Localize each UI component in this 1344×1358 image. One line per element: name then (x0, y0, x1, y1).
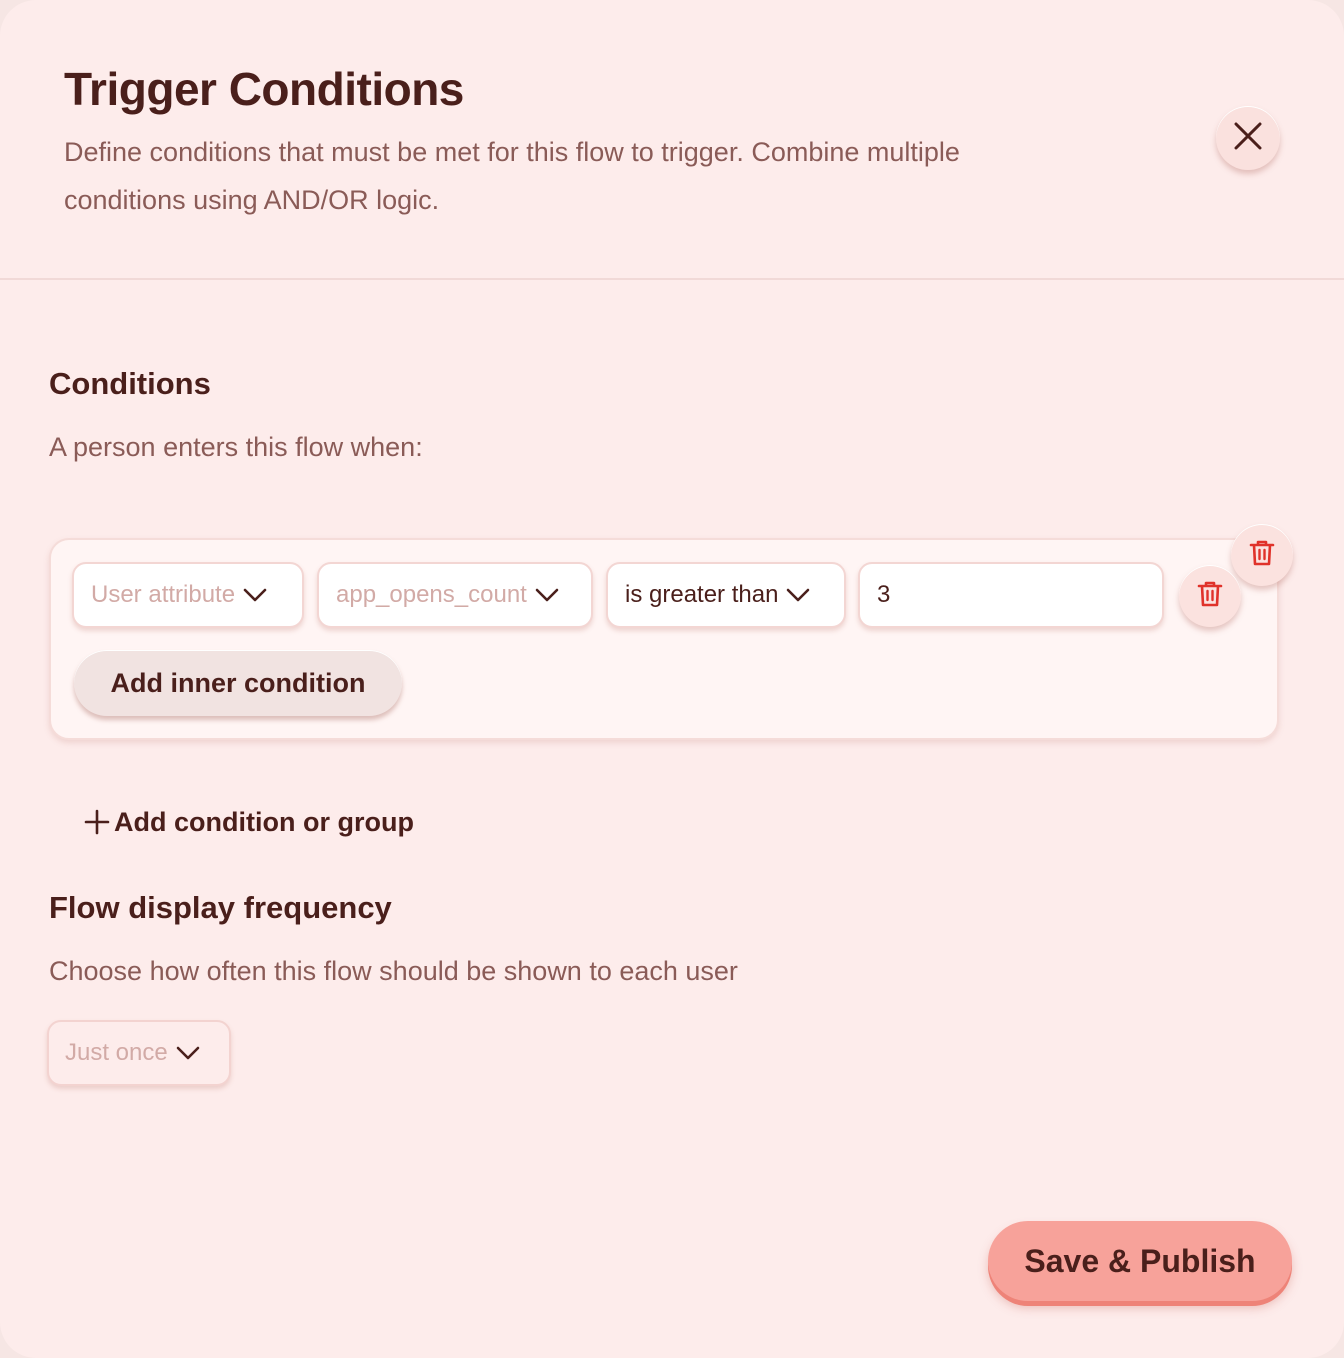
frequency-value: Just once (65, 1039, 168, 1066)
operator-value: is greater than (625, 581, 779, 608)
modal-description: Define conditions that must be met for t… (64, 137, 960, 215)
frequency-title: Flow display frequency (49, 890, 392, 925)
attribute-name-value: app_opens_count (336, 581, 527, 608)
delete-group-button[interactable] (1231, 524, 1293, 586)
attribute-type-value: User attribute (91, 581, 236, 608)
delete-condition-button[interactable] (1179, 565, 1241, 627)
chevron-down-icon (535, 588, 559, 602)
conditions-title: Conditions (49, 366, 211, 401)
save-publish-button[interactable]: Save & Publish (988, 1221, 1292, 1301)
add-condition-label: Add condition or group (114, 806, 414, 837)
close-icon (1233, 121, 1263, 156)
condition-value-input[interactable]: 3 (858, 562, 1164, 628)
trash-icon (1249, 539, 1275, 572)
trigger-conditions-modal: Trigger Conditions Define conditions tha… (0, 0, 1344, 1358)
frequency-select[interactable]: Just once (47, 1020, 231, 1086)
close-button[interactable] (1216, 106, 1280, 170)
plus-icon (84, 809, 110, 835)
chevron-down-icon (243, 588, 267, 602)
attribute-name-select[interactable]: app_opens_count (317, 562, 593, 628)
chevron-down-icon (786, 588, 810, 602)
attribute-type-select[interactable]: User attribute (72, 562, 304, 628)
add-inner-condition-button[interactable]: Add inner condition (74, 650, 402, 716)
frequency-subtitle: Choose how often this flow should be sho… (49, 956, 738, 986)
condition-value-text: 3 (877, 581, 891, 608)
add-condition-or-group-button[interactable]: Add condition or group (84, 800, 414, 844)
modal-header: Trigger Conditions Define conditions tha… (0, 0, 1344, 280)
operator-select[interactable]: is greater than (606, 562, 846, 628)
modal-title: Trigger Conditions (64, 63, 464, 115)
trash-icon (1197, 580, 1223, 613)
conditions-subtitle: A person enters this flow when: (49, 432, 423, 462)
chevron-down-icon (176, 1046, 200, 1060)
